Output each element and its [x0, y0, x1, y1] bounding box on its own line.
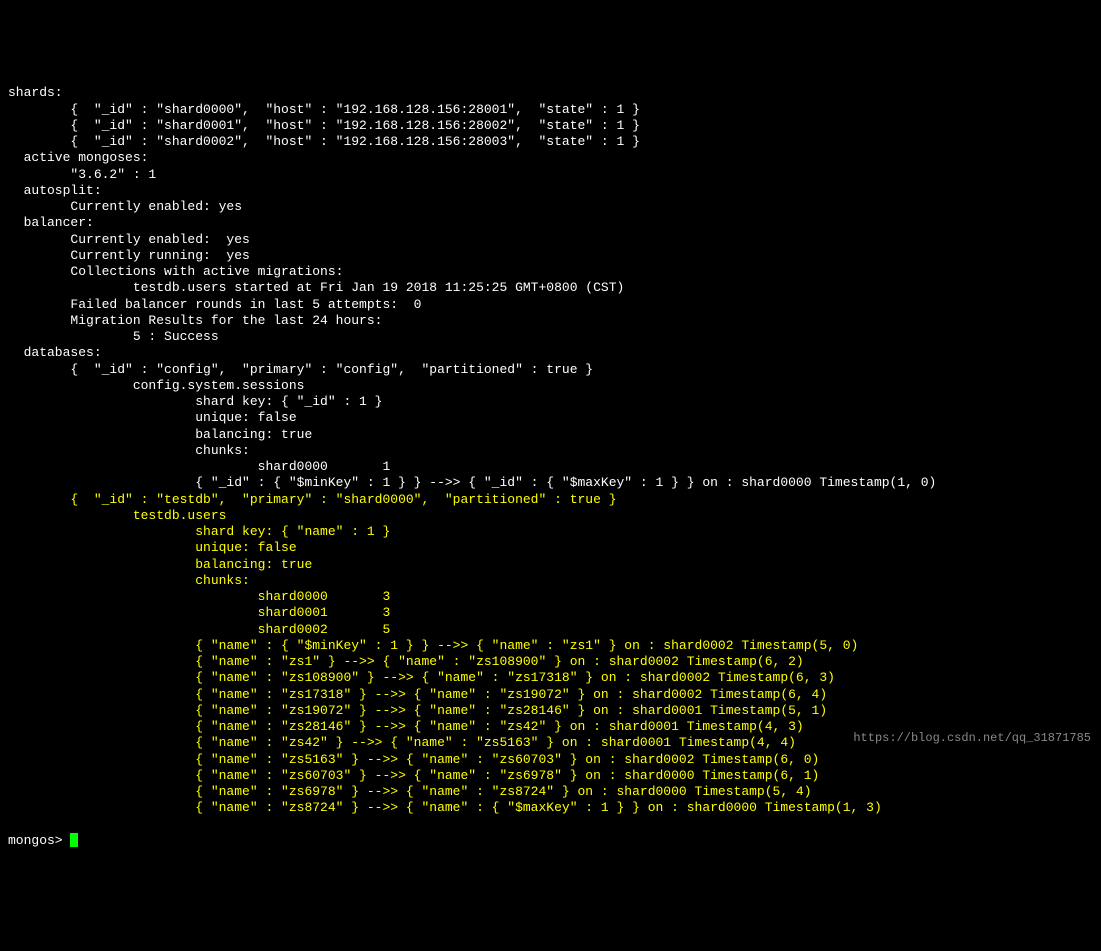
- balancer-migration-detail: testdb.users started at Fri Jan 19 2018 …: [8, 280, 624, 295]
- testdb-chunk-range: { "name" : "zs42" } -->> { "name" : "zs5…: [8, 735, 796, 750]
- balancer-running: Currently running: yes: [8, 248, 250, 263]
- databases-header: databases:: [8, 345, 102, 360]
- balancer-results: Migration Results for the last 24 hours:: [8, 313, 382, 328]
- shard-line: { "_id" : "shard0000", "host" : "192.168…: [8, 102, 640, 117]
- active-mongoses-header: active mongoses:: [8, 150, 148, 165]
- testdb-chunk-range: { "name" : "zs8724" } -->> { "name" : { …: [8, 800, 882, 815]
- balancer-success: 5 : Success: [8, 329, 219, 344]
- testdb-chunk-shard: shard0001 3: [8, 605, 390, 620]
- testdb-chunk-range: { "name" : "zs6978" } -->> { "name" : "z…: [8, 784, 812, 799]
- autosplit-enabled: Currently enabled: yes: [8, 199, 242, 214]
- config-balancing: balancing: true: [8, 427, 312, 442]
- testdb-users: testdb.users: [8, 508, 226, 523]
- testdb-balancing: balancing: true: [8, 557, 312, 572]
- testdb-chunks: chunks:: [8, 573, 250, 588]
- config-chunk-range: { "_id" : { "$minKey" : 1 } } -->> { "_i…: [8, 475, 936, 490]
- config-chunks: chunks:: [8, 443, 250, 458]
- config-shardkey: shard key: { "_id" : 1 }: [8, 394, 382, 409]
- config-sessions: config.system.sessions: [8, 378, 304, 393]
- autosplit-header: autosplit:: [8, 183, 102, 198]
- balancer-collections: Collections with active migrations:: [8, 264, 343, 279]
- config-chunk-shard: shard0000 1: [8, 459, 390, 474]
- testdb-chunk-range: { "name" : "zs28146" } -->> { "name" : "…: [8, 719, 804, 734]
- testdb-chunk-range: { "name" : "zs108900" } -->> { "name" : …: [8, 670, 835, 685]
- testdb-chunk-range: { "name" : "zs17318" } -->> { "name" : "…: [8, 687, 827, 702]
- cursor-icon: [70, 833, 78, 847]
- testdb-chunk-range: { "name" : "zs60703" } -->> { "name" : "…: [8, 768, 819, 783]
- shard-line: { "_id" : "shard0002", "host" : "192.168…: [8, 134, 640, 149]
- testdb-chunk-shard: shard0000 3: [8, 589, 390, 604]
- active-mongoses-version: "3.6.2" : 1: [8, 167, 156, 182]
- testdb-chunk-range: { "name" : { "$minKey" : 1 } } -->> { "n…: [8, 638, 858, 653]
- testdb-chunk-shard: shard0002 5: [8, 622, 390, 637]
- testdb-unique: unique: false: [8, 540, 297, 555]
- balancer-header: balancer:: [8, 215, 94, 230]
- shard-line: { "_id" : "shard0001", "host" : "192.168…: [8, 118, 640, 133]
- config-db-entry: { "_id" : "config", "primary" : "config"…: [8, 362, 593, 377]
- mongos-prompt[interactable]: mongos>: [8, 833, 70, 848]
- testdb-db-entry: { "_id" : "testdb", "primary" : "shard00…: [8, 492, 617, 507]
- shards-header: shards:: [8, 85, 63, 100]
- testdb-shardkey: shard key: { "name" : 1 }: [8, 524, 390, 539]
- balancer-enabled: Currently enabled: yes: [8, 232, 250, 247]
- balancer-failed: Failed balancer rounds in last 5 attempt…: [8, 297, 421, 312]
- testdb-chunk-range: { "name" : "zs1" } -->> { "name" : "zs10…: [8, 654, 804, 669]
- config-unique: unique: false: [8, 410, 297, 425]
- testdb-chunk-range: { "name" : "zs19072" } -->> { "name" : "…: [8, 703, 827, 718]
- watermark-text: https://blog.csdn.net/qq_31871785: [853, 731, 1091, 746]
